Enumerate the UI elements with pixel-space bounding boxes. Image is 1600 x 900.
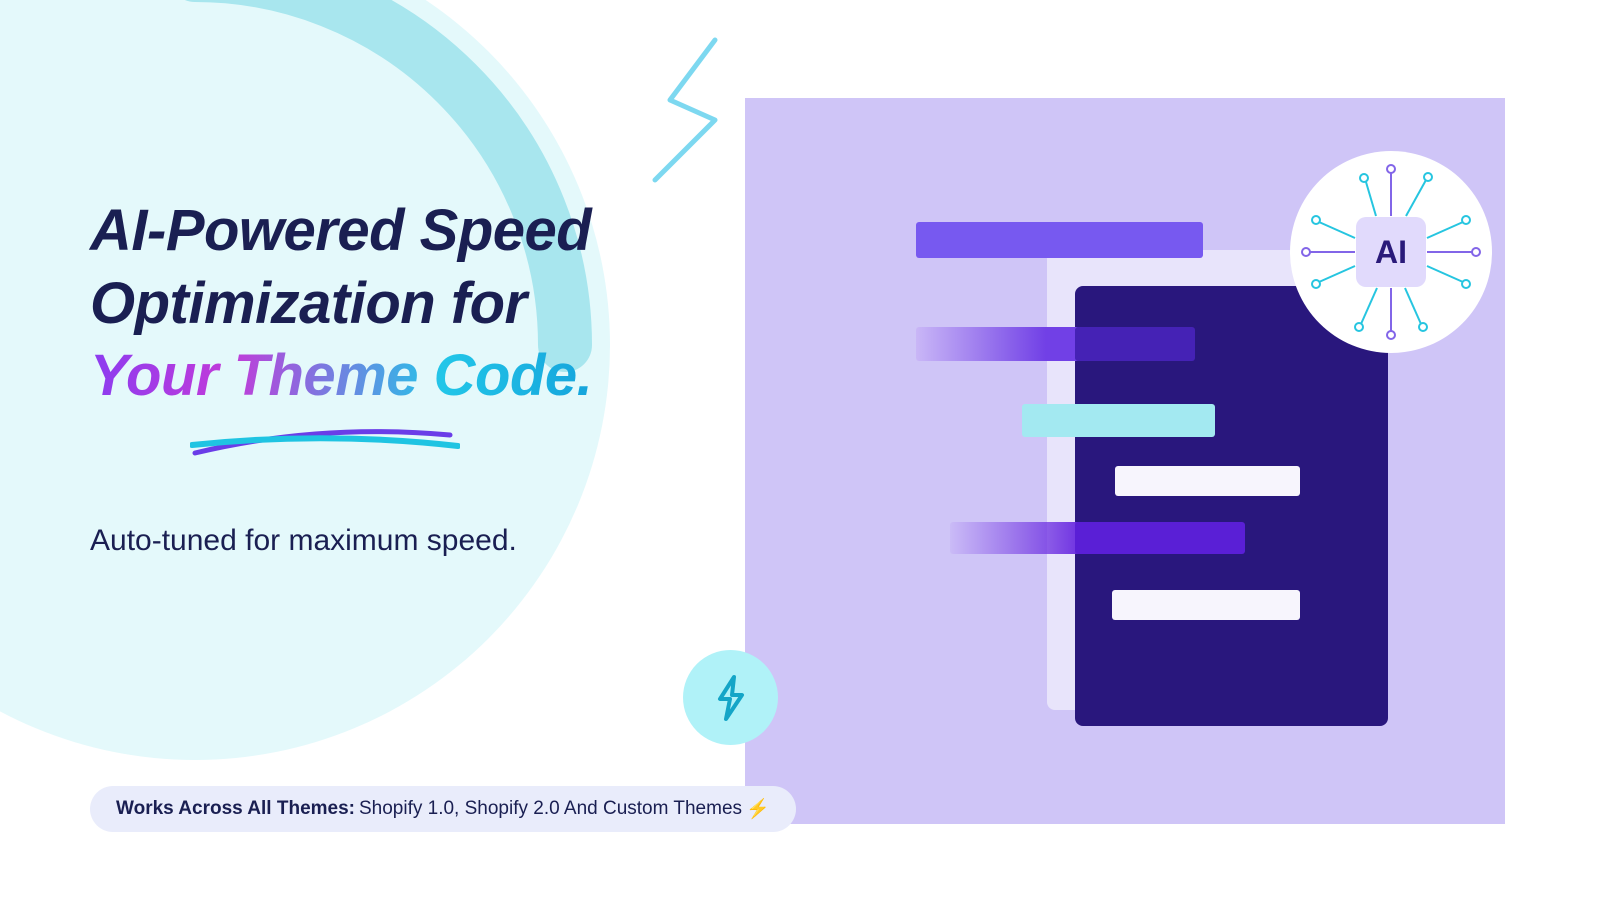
headline-line-2: Optimization for xyxy=(90,268,710,341)
subtitle: Auto-tuned for maximum speed. xyxy=(90,524,710,558)
code-bar xyxy=(1022,404,1215,437)
bolt-emoji-icon: ⚡ xyxy=(746,797,770,821)
pill-bold: Works Across All Themes: xyxy=(116,798,355,820)
code-bar xyxy=(1112,590,1300,620)
ai-chip: AI xyxy=(1356,217,1426,287)
ai-chip-badge: AI xyxy=(1290,151,1492,353)
code-bar xyxy=(1075,522,1245,554)
lightning-scribble-icon xyxy=(640,35,740,185)
compatibility-pill: Works Across All Themes: Shopify 1.0, Sh… xyxy=(90,786,796,832)
code-bar xyxy=(1075,327,1195,361)
bolt-icon xyxy=(712,674,750,722)
hero-content: AI-Powered Speed Optimization for Your T… xyxy=(90,195,710,558)
underline-swoosh-icon xyxy=(190,421,460,461)
code-bar xyxy=(916,222,1203,258)
code-bar xyxy=(1115,466,1300,496)
headline-line-3-gradient: Your Theme Code. xyxy=(90,340,592,413)
ai-chip-label: AI xyxy=(1375,234,1407,271)
headline: AI-Powered Speed Optimization for Your T… xyxy=(90,195,710,413)
headline-line-1: AI-Powered Speed xyxy=(90,195,710,268)
pill-rest: Shopify 1.0, Shopify 2.0 And Custom Them… xyxy=(359,798,742,820)
bolt-badge xyxy=(683,650,778,745)
